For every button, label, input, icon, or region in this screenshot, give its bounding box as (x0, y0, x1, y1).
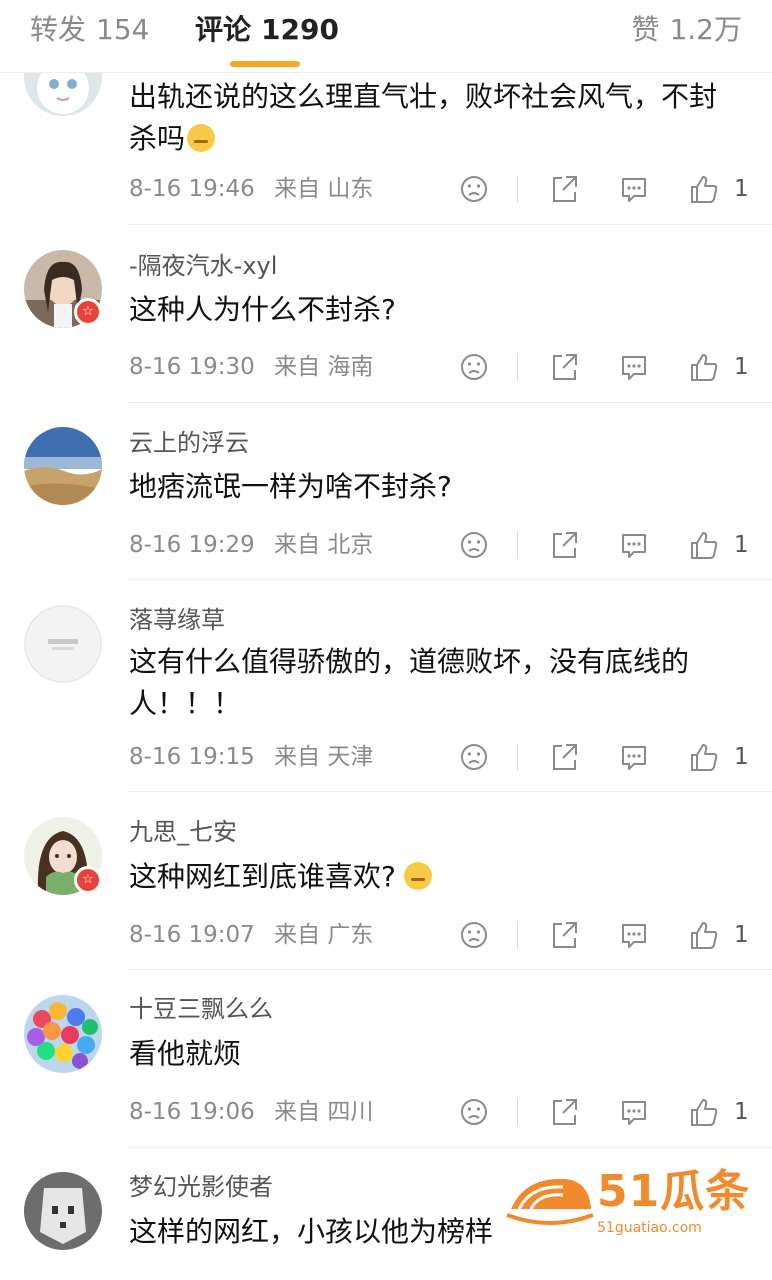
username[interactable]: 梦幻光影使者 (129, 1172, 273, 1202)
like-icon[interactable] (689, 350, 719, 384)
verified-badge-icon: ☆ (74, 298, 102, 326)
share-icon[interactable] (549, 528, 579, 562)
like-count: 1 (734, 922, 749, 948)
comment-time: 8-16 19:30 (129, 354, 255, 380)
dislike-icon[interactable] (459, 740, 489, 774)
avatar[interactable] (24, 995, 102, 1073)
comment-location: 天津 (327, 744, 374, 770)
comment-text: 这有什么值得骄傲的，道德败坏，没有底线的人！！！ (129, 645, 690, 720)
comment-source: 来自 (274, 922, 321, 948)
like-count: 1 (734, 354, 749, 380)
share-icon[interactable] (549, 918, 579, 952)
tab-repost[interactable]: 转发 154 (30, 12, 149, 48)
dislike-icon[interactable] (459, 1095, 489, 1129)
comment-meta: 8-16 19:15 来自 天津 1 (129, 740, 749, 774)
avatar[interactable] (24, 605, 102, 683)
comment-time: 8-16 19:06 (129, 1099, 255, 1125)
comment-meta: 8-16 19:06 来自 四川 1 (129, 1095, 749, 1129)
comment-meta: 8-16 19:07 来自 广东 1 (129, 918, 749, 952)
avatar[interactable] (24, 1172, 102, 1250)
like-count: 1 (734, 744, 749, 770)
comment-text: 地痞流氓一样为啥不封杀? (129, 470, 452, 503)
active-tab-indicator (230, 61, 300, 67)
reply-icon[interactable] (619, 172, 649, 206)
share-icon[interactable] (549, 1095, 579, 1129)
divider (129, 579, 772, 580)
watermark-logo-icon (506, 1178, 594, 1225)
comment-tab-bar: 转发 154 评论 1290 赞 1.2万 (0, 0, 772, 73)
like-icon[interactable] (689, 740, 719, 774)
like-icon[interactable] (689, 172, 719, 206)
divider (129, 969, 772, 970)
username[interactable]: -隔夜汽水-xyl (129, 251, 277, 281)
reply-icon[interactable] (619, 1095, 649, 1129)
comment-meta: 8-16 19:46 来自 山东 1 (129, 172, 749, 206)
comment-time: 8-16 19:46 (129, 176, 255, 202)
username[interactable]: 落荨缘草 (129, 605, 225, 635)
comment-time: 8-16 19:07 (129, 922, 255, 948)
like-icon[interactable] (689, 528, 719, 562)
action-separator (517, 922, 518, 948)
comment-text: 这种人为什么不封杀? (129, 293, 396, 326)
comment-source: 来自 (274, 1099, 321, 1125)
reply-icon[interactable] (619, 350, 649, 384)
watermark-text: 51瓜条 (597, 1166, 751, 1217)
comment-location: 四川 (327, 1099, 374, 1125)
divider (129, 402, 772, 403)
comment-source: 来自 (274, 354, 321, 380)
comment-text: 这种网红到底谁喜欢? (129, 856, 729, 898)
dislike-icon[interactable] (459, 528, 489, 562)
comment-meta: 8-16 19:30 来自 海南 1 (129, 350, 749, 384)
comment-source: 来自 (274, 176, 321, 202)
like-icon[interactable] (689, 1095, 719, 1129)
comment-time: 8-16 19:29 (129, 532, 255, 558)
comment-meta: 8-16 19:29 来自 北京 1 (129, 528, 749, 562)
action-separator (517, 744, 518, 770)
comment-location: 海南 (327, 354, 374, 380)
comment-list: 出轨还说的这么理直气壮，败坏社会风气，不封杀吗 8-16 19:46 来自 山东… (0, 0, 772, 1280)
username[interactable]: 十豆三飘么么 (129, 994, 273, 1024)
share-icon[interactable] (549, 350, 579, 384)
divider (129, 791, 772, 792)
action-separator (517, 1099, 518, 1125)
thinking-emoji-icon (403, 862, 432, 890)
share-icon[interactable] (549, 172, 579, 206)
reply-icon[interactable] (619, 918, 649, 952)
comment-location: 山东 (327, 176, 374, 202)
comment-location: 广东 (327, 922, 374, 948)
reply-icon[interactable] (619, 528, 649, 562)
watermark-url: 51guatiao.com (597, 1220, 702, 1236)
username[interactable]: 九思_七安 (129, 817, 237, 847)
action-separator (517, 532, 518, 558)
comment-location: 北京 (327, 532, 374, 558)
comment-time: 8-16 19:15 (129, 744, 255, 770)
comment-text: 看他就烦 (129, 1037, 242, 1070)
username[interactable]: 云上的浮云 (129, 428, 249, 458)
sweat-emoji-icon (187, 124, 216, 152)
divider (129, 1147, 772, 1148)
divider (129, 224, 772, 225)
comment-text: 出轨还说的这么理直气壮，败坏社会风气，不封杀吗 (129, 80, 718, 155)
like-icon[interactable] (689, 918, 719, 952)
dislike-icon[interactable] (459, 350, 489, 384)
comment-source: 来自 (274, 532, 321, 558)
reply-icon[interactable] (619, 740, 649, 774)
avatar[interactable] (24, 427, 102, 505)
like-count: 1 (734, 1099, 749, 1125)
action-separator (517, 176, 518, 202)
like-count: 1 (734, 532, 749, 558)
dislike-icon[interactable] (459, 918, 489, 952)
verified-badge-icon: ☆ (74, 866, 102, 894)
tab-comment[interactable]: 评论 1290 (195, 12, 339, 48)
watermark: 51瓜条 51guatiao.com (505, 1165, 755, 1245)
like-count: 1 (734, 176, 749, 202)
action-separator (517, 354, 518, 380)
tab-like[interactable]: 赞 1.2万 (631, 12, 742, 48)
share-icon[interactable] (549, 740, 579, 774)
dislike-icon[interactable] (459, 172, 489, 206)
comment-source: 来自 (274, 744, 321, 770)
